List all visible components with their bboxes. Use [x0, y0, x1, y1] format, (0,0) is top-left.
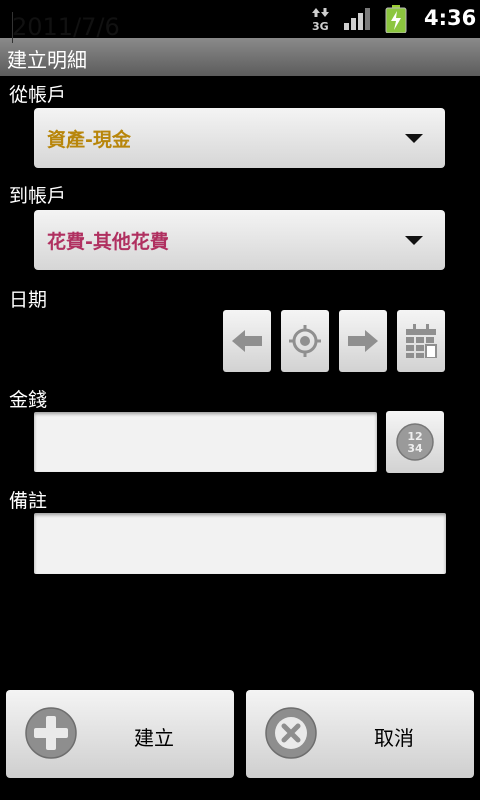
- amount-input[interactable]: [34, 412, 377, 472]
- calendar-button[interactable]: [397, 310, 445, 372]
- note-input[interactable]: [34, 513, 446, 574]
- to-account-value: 花費-其他花費: [47, 231, 169, 253]
- svg-text:34: 34: [407, 442, 423, 455]
- calculator-button[interactable]: 12 34: [386, 411, 444, 473]
- today-button[interactable]: [281, 310, 329, 372]
- note-label: 備註: [9, 490, 48, 512]
- amount-label: 金錢: [9, 389, 48, 411]
- create-button-label: 建立: [134, 726, 174, 750]
- date-value: 2011/7/6: [12, 13, 120, 41]
- next-date-button[interactable]: [339, 310, 387, 372]
- arrow-left-icon: [232, 330, 262, 352]
- network-3g-icon: 3G: [312, 8, 329, 31]
- arrow-right-icon: [348, 330, 378, 352]
- create-button[interactable]: 建立: [6, 690, 234, 778]
- chevron-down-icon: [405, 134, 423, 143]
- target-icon: [289, 325, 321, 357]
- calculator-icon: 12 34: [396, 423, 434, 461]
- to-account-spinner[interactable]: 花費-其他花費: [34, 210, 445, 270]
- cancel-button[interactable]: 取消: [246, 690, 474, 778]
- cancel-button-label: 取消: [374, 726, 414, 750]
- to-account-label: 到帳戶: [9, 185, 67, 207]
- date-label: 日期: [9, 289, 48, 311]
- from-account-value: 資產-現金: [47, 129, 131, 151]
- network-type-text: 3G: [312, 20, 329, 31]
- calendar-icon: [406, 324, 437, 358]
- previous-date-button[interactable]: [223, 310, 271, 372]
- page-title: 建立明細: [7, 48, 87, 72]
- chevron-down-icon: [405, 236, 423, 245]
- close-circle-icon: [265, 707, 317, 759]
- from-account-label: 從帳戶: [9, 84, 67, 106]
- title-bar: 建立明細: [0, 38, 480, 76]
- plus-circle-icon: [25, 707, 77, 759]
- clock-time: 4:36: [424, 6, 477, 30]
- battery-charging-icon: [385, 5, 407, 33]
- from-account-spinner[interactable]: 資產-現金: [34, 108, 445, 168]
- signal-strength-icon: [344, 8, 370, 30]
